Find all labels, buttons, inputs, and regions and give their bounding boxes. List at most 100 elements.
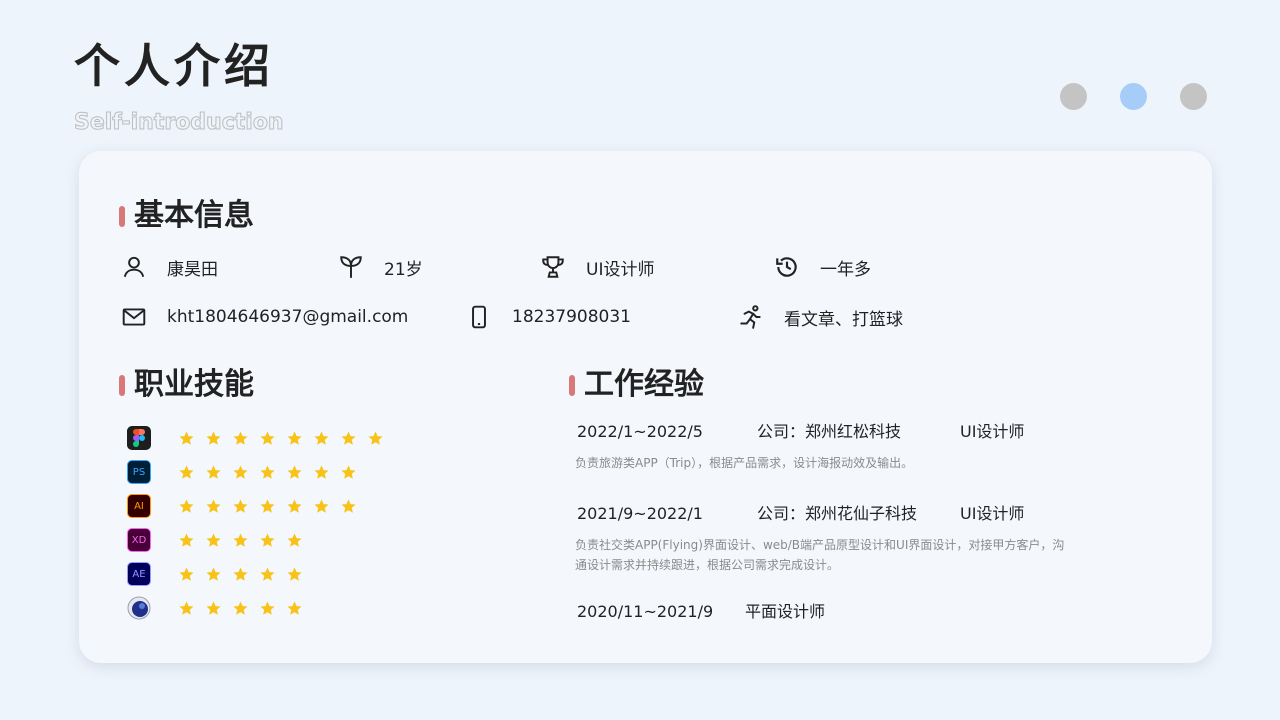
star-icon (233, 464, 248, 479)
experience-item: 一年多 (772, 252, 871, 282)
job-role: UI设计师 (960, 422, 1025, 441)
app-label: XD (131, 534, 147, 546)
star-icon (179, 600, 194, 615)
job-period: 2021/9~2022/1 (577, 504, 703, 523)
job-description: 负责旅游类APP（Trip），根据产品需求，设计海报动效及输出。 (575, 456, 914, 470)
star-icon (206, 430, 221, 445)
phone-value[interactable]: 18237908031 (512, 307, 631, 327)
job-role: 平面设计师 (745, 602, 826, 621)
star-icon (287, 532, 302, 547)
age-item: 21岁 (336, 252, 423, 282)
page-dot-3[interactable] (1180, 83, 1207, 110)
star-icon (260, 600, 275, 615)
star-icon (341, 430, 356, 445)
rating-stars (178, 532, 303, 549)
photoshop-icon: PS (127, 460, 151, 484)
age-value: 21岁 (384, 259, 423, 280)
email-item: kht1804646937@gmail.com (119, 302, 408, 332)
history-icon (772, 252, 802, 282)
illustrator-icon: AI (127, 494, 151, 518)
page-dot-1[interactable] (1060, 83, 1087, 110)
star-icon (260, 566, 275, 581)
app-label: AI (134, 500, 144, 512)
work-heading: 工作经验 (569, 367, 704, 403)
rating-stars (178, 498, 357, 515)
name-item: 康昊田 (119, 252, 218, 282)
star-icon (314, 430, 329, 445)
star-icon (206, 532, 221, 547)
job-1: 2022/1~2022/5 公司：郑州红松科技 UI设计师 (577, 421, 1024, 443)
star-icon (341, 464, 356, 479)
rating-stars (178, 430, 384, 447)
rating-stars (178, 464, 357, 481)
star-icon (233, 600, 248, 615)
job-company: 公司：郑州花仙子科技 (757, 504, 918, 523)
star-icon (206, 600, 221, 615)
star-icon (206, 566, 221, 581)
star-icon (233, 566, 248, 581)
star-icon (179, 430, 194, 445)
pagination-dots (1060, 83, 1207, 110)
star-icon (287, 464, 302, 479)
job-company: 公司：郑州红松科技 (757, 422, 902, 441)
skill-row: AE (127, 561, 303, 587)
app-label: AE (132, 568, 146, 580)
skill-row: PS (127, 459, 357, 485)
profile-card: 基本信息 康昊田 21岁 UI设计师 一年多 kht1804646937@gma… (79, 151, 1212, 663)
user-icon (119, 252, 149, 282)
star-icon (287, 498, 302, 513)
running-icon (736, 302, 766, 332)
job-description: 负责社交类APP(Flying)界面设计、web/B端产品原型设计和UI界面设计… (575, 538, 1065, 572)
experience-value: 一年多 (820, 259, 871, 280)
role-value: UI设计师 (586, 259, 655, 280)
star-icon (260, 498, 275, 513)
star-icon (287, 600, 302, 615)
job-period: 2020/11~2021/9 (577, 602, 714, 621)
star-icon (260, 532, 275, 547)
xd-icon: XD (127, 528, 151, 552)
star-icon (368, 430, 383, 445)
rating-stars (178, 600, 303, 617)
skill-row: XD (127, 527, 303, 553)
basic-info-heading: 基本信息 (119, 198, 254, 234)
figma-icon (127, 426, 151, 450)
star-icon (341, 498, 356, 513)
skill-row (127, 425, 384, 451)
star-icon (179, 566, 194, 581)
star-icon (287, 430, 302, 445)
page-subtitle: Self-introduction (74, 110, 285, 136)
star-icon (287, 566, 302, 581)
email-value[interactable]: kht1804646937@gmail.com (167, 307, 408, 327)
job-period: 2022/1~2022/5 (577, 422, 703, 441)
star-icon (260, 464, 275, 479)
sprout-icon (336, 252, 366, 282)
page-title: 个人介绍 (74, 39, 274, 93)
mail-icon (119, 302, 149, 332)
skills-heading: 职业技能 (119, 367, 254, 403)
skill-row: AI (127, 493, 357, 519)
rating-stars (178, 566, 303, 583)
phone-item: 18237908031 (464, 302, 631, 332)
star-icon (233, 498, 248, 513)
name-value: 康昊田 (167, 259, 218, 280)
phone-icon (464, 302, 494, 332)
star-icon (233, 430, 248, 445)
star-icon (314, 498, 329, 513)
star-icon (314, 464, 329, 479)
star-icon (179, 464, 194, 479)
star-icon (179, 532, 194, 547)
star-icon (206, 498, 221, 513)
app-label: PS (132, 466, 146, 478)
hobbies-value: 看文章、打篮球 (784, 309, 903, 330)
job-3: 2020/11~2021/9 平面设计师 (577, 601, 825, 623)
star-icon (206, 464, 221, 479)
job-role: UI设计师 (960, 504, 1025, 523)
cinema4d-icon (127, 596, 151, 620)
star-icon (260, 430, 275, 445)
star-icon (233, 532, 248, 547)
role-item: UI设计师 (538, 252, 654, 282)
page-dot-2[interactable] (1120, 83, 1147, 110)
skill-row (127, 595, 303, 621)
job-2: 2021/9~2022/1 公司：郑州花仙子科技 UI设计师 (577, 503, 1024, 525)
star-icon (179, 498, 194, 513)
